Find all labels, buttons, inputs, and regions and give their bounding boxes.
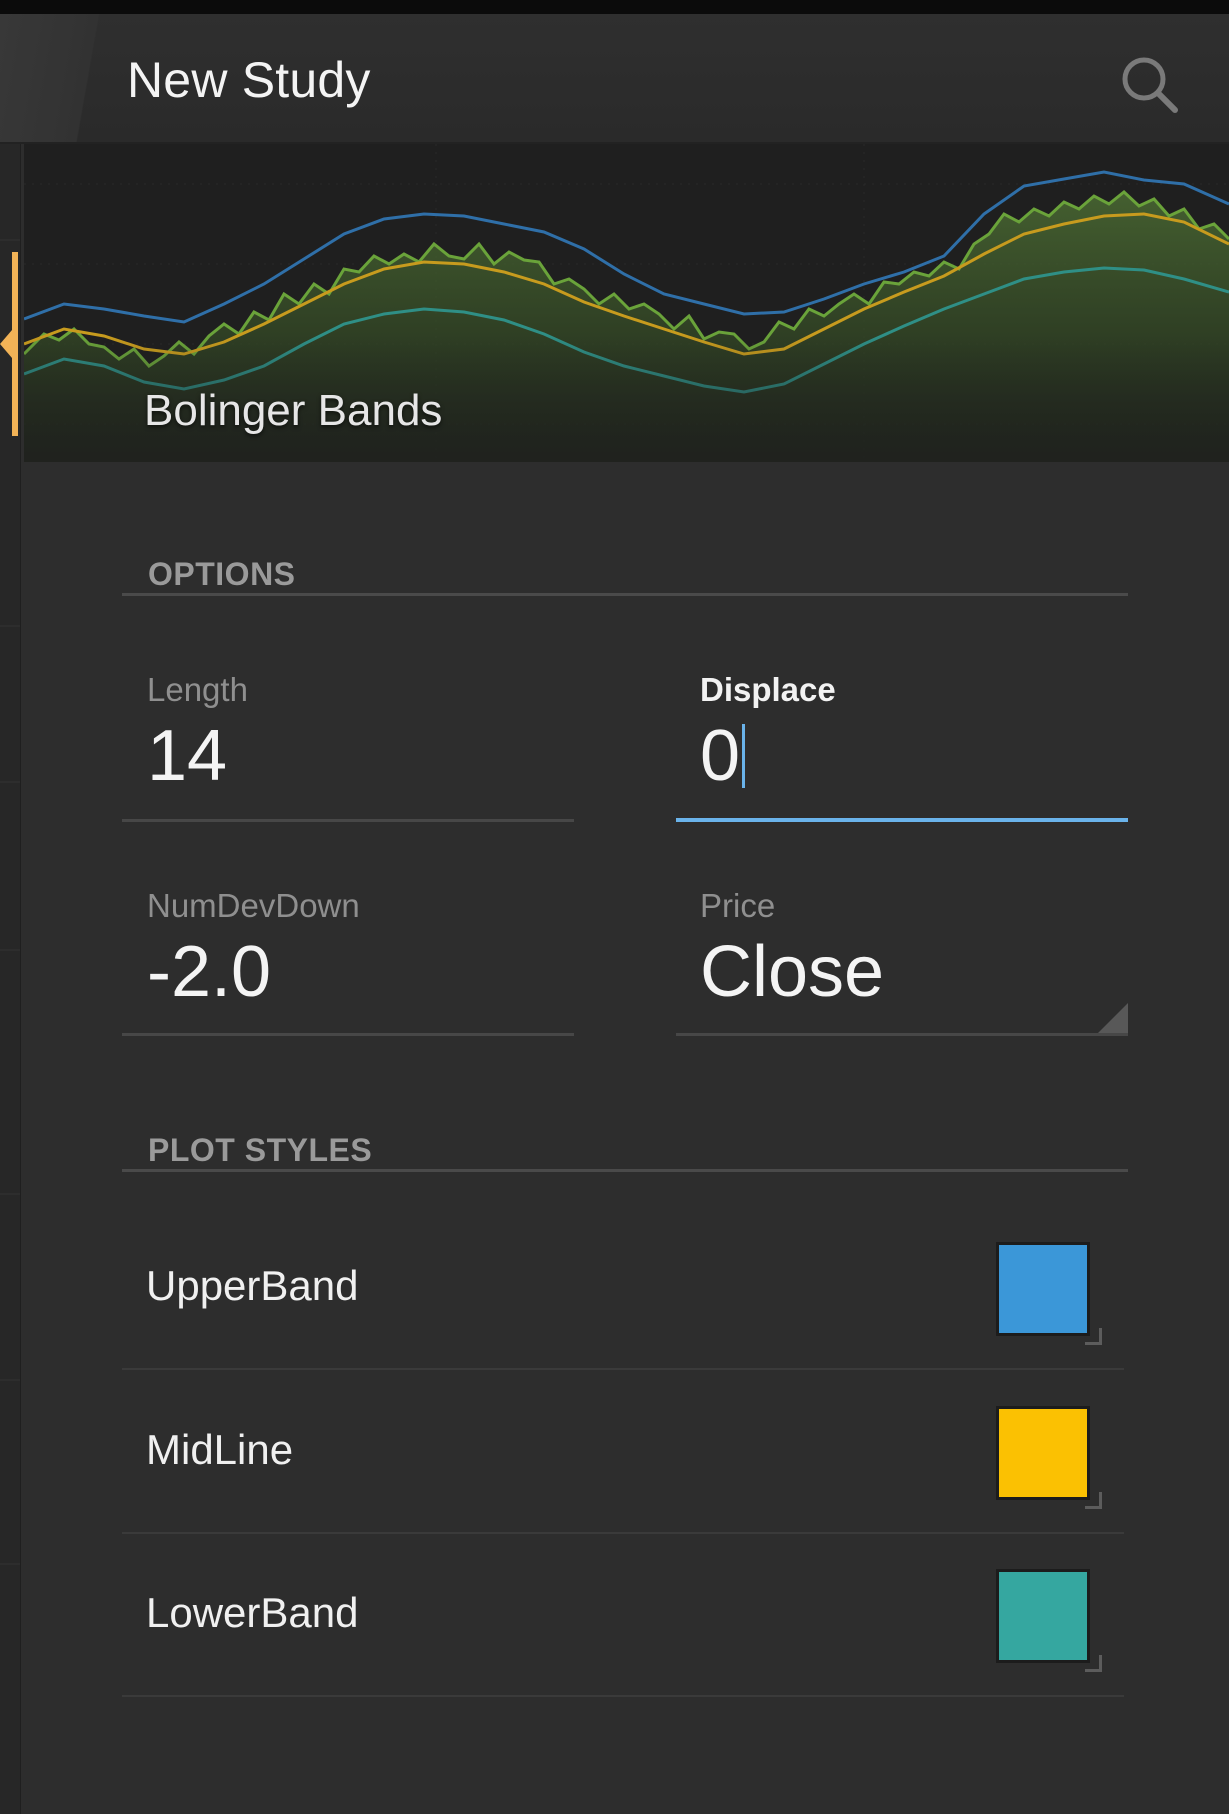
plot-style-upperband[interactable]: UpperBand (122, 1206, 1124, 1370)
status-strip (0, 0, 1229, 14)
length-label: Length (147, 671, 248, 708)
color-swatch-midline[interactable] (996, 1406, 1090, 1500)
swatch-corner-icon (1085, 1655, 1102, 1672)
numdevdown-value: -2.0 (147, 932, 272, 1012)
displace-value-wrap: 0 (700, 716, 1128, 796)
plot-style-midline[interactable]: MidLine (122, 1370, 1124, 1534)
swatch-corner-icon (1085, 1492, 1102, 1509)
price-value: Close (700, 932, 885, 1012)
color-swatch-upperband[interactable] (996, 1242, 1090, 1336)
numdevdown-field[interactable]: NumDevDown -2.0 (122, 886, 574, 1036)
options-section-title: OPTIONS (148, 556, 296, 592)
plot-style-label: UpperBand (146, 1262, 359, 1309)
displace-field[interactable]: Displace 0 (676, 670, 1128, 822)
search-button[interactable] (1115, 50, 1185, 120)
color-swatch-lowerband[interactable] (996, 1569, 1090, 1663)
price-label: Price (700, 887, 776, 924)
length-underline (122, 819, 574, 822)
plot-style-label: MidLine (146, 1426, 294, 1473)
displace-underline (676, 818, 1128, 822)
plot-style-lowerband[interactable]: LowerBand (122, 1533, 1124, 1697)
header-corner (0, 14, 118, 142)
text-cursor (742, 724, 746, 788)
price-dropdown[interactable]: Price Close (676, 886, 1128, 1036)
numdevdown-underline (122, 1033, 574, 1036)
plot-style-label: LowerBand (146, 1589, 359, 1636)
numdevdown-label: NumDevDown (147, 887, 360, 924)
displace-value: 0 (700, 716, 741, 796)
length-field[interactable]: Length 14 (122, 670, 574, 822)
study-preview-chart: Bolinger Bands (24, 144, 1229, 462)
page-title: New Study (127, 52, 371, 108)
study-name: Bolinger Bands (144, 386, 443, 435)
options-section-header: OPTIONS (122, 556, 1128, 596)
dropdown-corner-icon (1098, 1003, 1128, 1033)
drawer-handle[interactable] (0, 252, 20, 436)
price-underline (676, 1033, 1128, 1036)
plot-styles-section-title: PLOT STYLES (148, 1132, 373, 1168)
plot-styles-section-header: PLOT STYLES (122, 1132, 1128, 1172)
length-value: 14 (147, 716, 228, 796)
displace-label: Displace (700, 671, 836, 708)
search-icon (1122, 57, 1178, 113)
swatch-corner-icon (1085, 1328, 1102, 1345)
app-header: New Study (0, 14, 1229, 144)
